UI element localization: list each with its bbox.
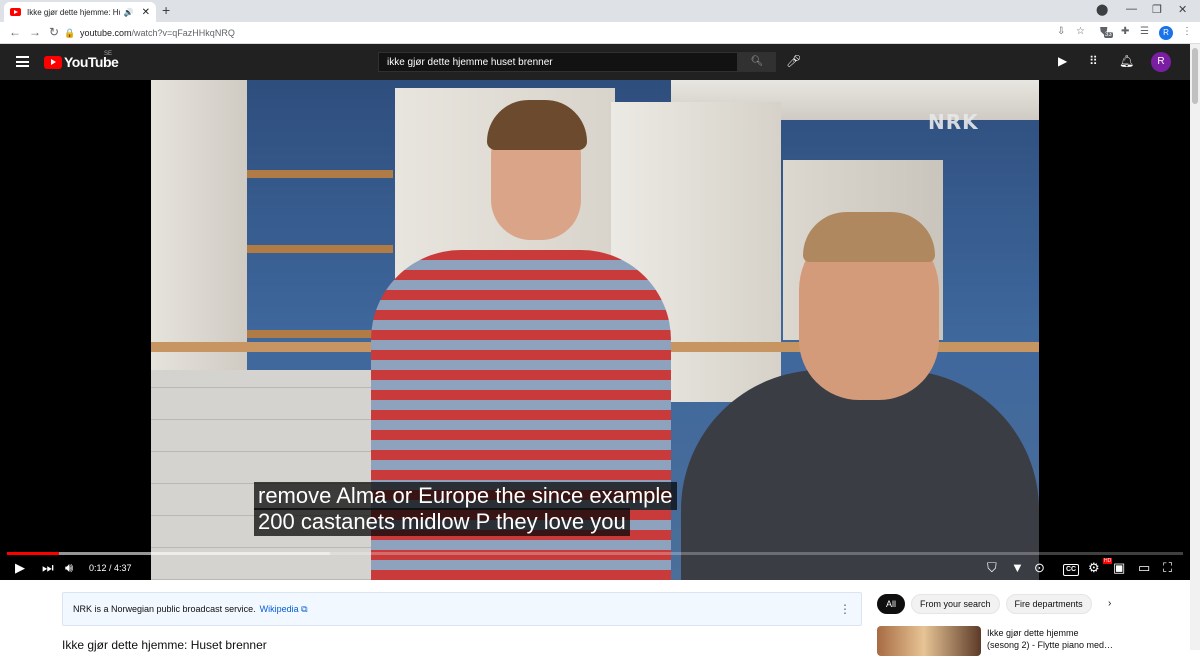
- microphone-icon[interactable]: 🎤︎: [786, 54, 801, 68]
- browser-toolbar: ← → ↻ 🔒 youtube.com /watch?v=qFazHHkqNRQ…: [0, 22, 1200, 44]
- apps-grid-icon[interactable]: ⠿: [1089, 54, 1098, 68]
- address-bar[interactable]: 🔒 youtube.com /watch?v=qFazHHkqNRQ: [64, 24, 1044, 42]
- next-video-icon[interactable]: ⏭︎: [42, 560, 54, 576]
- browser-tab[interactable]: Ikke gjør dette hjemme: Huset 🔊 ✕: [4, 2, 156, 22]
- sponsor-shield-icon[interactable]: ⛉: [987, 560, 997, 576]
- close-tab-icon[interactable]: ✕: [142, 7, 150, 18]
- miniplayer-icon[interactable]: ▣: [1113, 560, 1125, 576]
- wikipedia-link[interactable]: Wikipedia ⧉: [260, 604, 308, 615]
- hamburger-menu-icon[interactable]: [16, 56, 29, 67]
- youtube-logo[interactable]: YouTube SE: [44, 51, 119, 70]
- theater-mode-icon[interactable]: ▭: [1138, 560, 1150, 576]
- video-player[interactable]: NRK remove Alma or Europe the since exam…: [0, 80, 1190, 580]
- progress-bar[interactable]: [7, 552, 1183, 555]
- back-arrow-icon[interactable]: ←: [9, 25, 21, 39]
- time-display: 0:12 / 4:37: [89, 563, 132, 573]
- page-scrollbar[interactable]: [1190, 44, 1200, 650]
- recommendation-thumbnail[interactable]: [877, 626, 981, 656]
- shelf: [247, 245, 393, 253]
- downloader-shield-icon[interactable]: ▼: [1011, 560, 1024, 576]
- speaker-icon[interactable]: 🔊: [124, 8, 134, 17]
- caption-line: 200 castanets midlow P they love you: [254, 508, 630, 536]
- create-video-icon[interactable]: ▶: [1058, 54, 1067, 68]
- caption-line: remove Alma or Europe the since example: [254, 482, 677, 510]
- recommendation-title-line: Ikke gjør dette hjemme: [987, 628, 1079, 638]
- chip-from-your-search[interactable]: From your search: [911, 594, 1000, 614]
- profile-menu-icon[interactable]: ⬤: [1096, 3, 1108, 16]
- person-dark-jacket: [681, 370, 1039, 580]
- chip-all[interactable]: All: [877, 594, 906, 614]
- more-options-icon[interactable]: ⋮: [839, 602, 851, 616]
- country-code: SE: [104, 51, 113, 57]
- extensions-puzzle-icon[interactable]: ✚: [1121, 26, 1129, 37]
- new-tab-button[interactable]: +: [162, 2, 170, 18]
- search-icon: 🔍︎: [750, 56, 764, 67]
- settings-gear-icon[interactable]: ⚙: [1088, 560, 1100, 576]
- scrollbar-thumb[interactable]: [1192, 48, 1198, 104]
- youtube-header: YouTube SE 🔍︎ 🎤︎ ▶ ⠿ 🔔︎ R: [0, 44, 1190, 80]
- left-cabinet: [151, 80, 247, 370]
- recommendation-title-line: (sesong 2) - Flytte piano med…: [987, 640, 1114, 650]
- nrk-watermark: NRK: [928, 110, 979, 134]
- progress-played: [7, 552, 59, 555]
- browser-menu-icon[interactable]: ⋮: [1182, 26, 1192, 37]
- hd-badge: HD: [1103, 558, 1113, 564]
- browser-profile-avatar[interactable]: R: [1159, 26, 1173, 40]
- volume-icon[interactable]: 🔊︎: [65, 560, 73, 576]
- captions: remove Alma or Europe the since example …: [254, 482, 677, 536]
- notifications-bell-icon[interactable]: 🔔︎: [1119, 54, 1134, 68]
- filter-chips: All From your search Fire departments: [877, 594, 1092, 614]
- lock-icon: 🔒: [64, 27, 76, 38]
- autoplay-toggle-icon[interactable]: ⊙: [1034, 560, 1045, 576]
- forward-arrow-icon[interactable]: →: [29, 25, 41, 39]
- url-host: youtube.com: [80, 28, 132, 38]
- restore-icon[interactable]: ❐: [1152, 3, 1162, 16]
- close-window-icon[interactable]: ✕: [1178, 3, 1187, 16]
- person-hair: [803, 212, 935, 262]
- install-icon[interactable]: ⇩: [1057, 26, 1065, 37]
- browser-tab-strip: Ikke gjør dette hjemme: Huset 🔊 ✕ + ⬤ — …: [0, 0, 1200, 22]
- url-path: /watch?v=qFazHHkqNRQ: [131, 28, 235, 38]
- bookmark-star-icon[interactable]: ☆: [1076, 26, 1085, 37]
- search-input[interactable]: [378, 52, 738, 72]
- player-controls: ▶ ⏭︎ 🔊︎ 0:12 / 4:37 ⛉ ▼ ⊙ CC ⚙ HD ▣ ▭ ⛶: [0, 558, 1190, 580]
- chevron-right-icon[interactable]: ›: [1108, 598, 1111, 609]
- recommendation-title[interactable]: Ikke gjør dette hjemme (sesong 2) - Flyt…: [987, 627, 1127, 651]
- shelf: [247, 170, 393, 178]
- youtube-favicon-icon: [10, 8, 21, 16]
- fullscreen-icon[interactable]: ⛶: [1163, 560, 1172, 576]
- play-icon[interactable]: ▶: [15, 560, 25, 576]
- account-avatar[interactable]: R: [1151, 52, 1171, 72]
- youtube-play-logo-icon: [44, 55, 62, 69]
- reload-icon[interactable]: ↻: [49, 25, 59, 39]
- tab-title: Ikke gjør dette hjemme: Huset: [27, 7, 120, 17]
- wall-tiles: [151, 370, 401, 580]
- chip-fire-departments[interactable]: Fire departments: [1005, 594, 1092, 614]
- subtitles-cc-button[interactable]: CC: [1063, 564, 1080, 576]
- minimize-icon[interactable]: —: [1126, 3, 1137, 15]
- media-queue-icon[interactable]: ☰: [1140, 26, 1149, 37]
- search-button[interactable]: 🔍︎: [738, 52, 776, 72]
- info-panel: NRK is a Norwegian public broadcast serv…: [62, 592, 862, 626]
- extension-badge: 33: [1104, 32, 1113, 38]
- info-panel-text: NRK is a Norwegian public broadcast serv…: [73, 604, 256, 614]
